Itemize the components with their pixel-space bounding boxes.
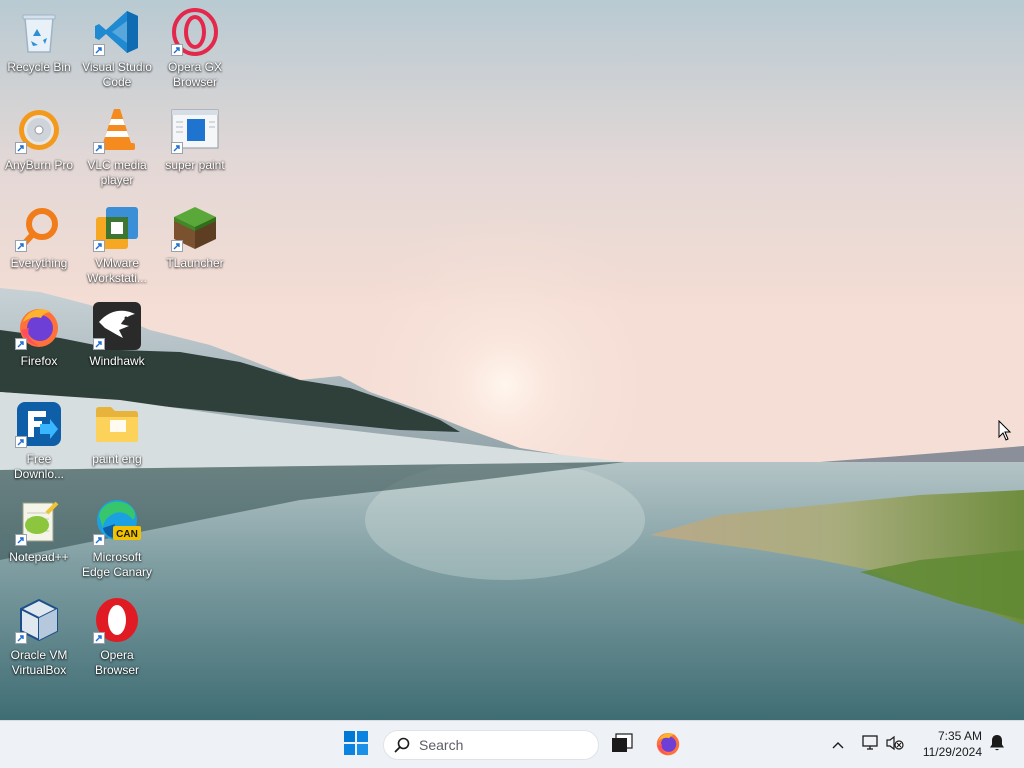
clock-time: 7:35 AM: [937, 729, 982, 743]
desktop-icon-label: Free Downlo...: [13, 452, 65, 481]
shortcut-arrow-icon: [93, 338, 105, 350]
shortcut-arrow-icon: [15, 632, 27, 644]
vmware-icon: [93, 204, 141, 252]
desktop-icon-label: AnyBurn Pro: [4, 158, 74, 172]
shortcut-arrow-icon: [171, 44, 183, 56]
opera-gx-icon: [171, 8, 219, 56]
desktop-icon-label: Firefox: [20, 354, 58, 368]
desktop-icon-label: Notepad++: [9, 550, 69, 564]
clock-button[interactable]: 7:35 AM 11/29/2024: [912, 728, 982, 764]
desktop-icon-label: VLC media player: [87, 158, 147, 187]
clock-date: 11/29/2024: [922, 745, 982, 759]
windhawk-icon: [93, 302, 141, 350]
search-input[interactable]: [419, 737, 589, 753]
shortcut-arrow-icon: [93, 142, 105, 154]
shortcut-arrow-icon: [93, 632, 105, 644]
opera-icon: [93, 596, 141, 644]
shortcut-arrow-icon: [15, 338, 27, 350]
super-paint-icon: [171, 106, 219, 154]
desktop-icon-vmware[interactable]: VMware Workstati...: [78, 198, 156, 290]
shortcut-arrow-icon: [15, 436, 27, 448]
task-view-icon: [611, 732, 633, 758]
desktop-icon-label: Opera Browser: [94, 648, 139, 677]
shortcut-arrow-icon: [171, 142, 183, 154]
everything-search-icon: [15, 204, 63, 252]
volume-button[interactable]: [884, 733, 906, 757]
shortcut-arrow-icon: [93, 534, 105, 546]
vscode-icon: [93, 8, 141, 56]
mouse-pointer-icon: [998, 419, 1012, 447]
notepadpp-icon: [15, 498, 63, 546]
desktop-icon-everything[interactable]: Everything: [0, 198, 78, 290]
desktop-icon-label: Everything: [10, 256, 68, 270]
taskbar: 7:35 AM 11/29/2024: [0, 720, 1024, 768]
virtualbox-icon: [15, 596, 63, 644]
volume-muted-icon: [886, 735, 904, 756]
shortcut-arrow-icon: [171, 240, 183, 252]
vlc-cone-icon: [93, 106, 141, 154]
network-icon: [861, 734, 879, 756]
desktop-icon-label: VMware Workstati...: [87, 256, 147, 285]
desktop-icon-anyburn[interactable]: AnyBurn Pro: [0, 100, 78, 192]
desktop-icon-label: Visual Studio Code: [82, 60, 152, 89]
desktop-icon-label: super paint: [165, 158, 225, 172]
desktop-icon-label: Oracle VM VirtualBox: [10, 648, 68, 677]
show-hidden-icons-button[interactable]: [828, 733, 848, 757]
chevron-up-icon: [832, 736, 844, 754]
shortcut-arrow-icon: [15, 534, 27, 546]
desktop-icon-virtualbox[interactable]: Oracle VM VirtualBox: [0, 590, 78, 682]
desktop-icon-label: Opera GX Browser: [167, 60, 223, 89]
desktop-icon-edge-canary[interactable]: CAN Microsoft Edge Canary: [78, 492, 156, 584]
firefox-icon: [655, 730, 681, 761]
network-status-button[interactable]: [860, 733, 880, 757]
desktop-icon-firefox[interactable]: Firefox: [0, 296, 78, 388]
tlauncher-block-icon: [171, 204, 219, 252]
notifications-button[interactable]: [987, 733, 1007, 757]
desktop-icon-opera[interactable]: Opera Browser: [78, 590, 156, 682]
anyburn-disc-icon: [15, 106, 63, 154]
desktop-icon-label: paint eng: [92, 452, 142, 466]
windows-start-icon: [344, 730, 368, 760]
shortcut-arrow-icon: [93, 44, 105, 56]
desktop-icon-super-paint[interactable]: super paint: [156, 100, 234, 192]
task-view-button[interactable]: [606, 729, 638, 761]
free-download-manager-icon: [15, 400, 63, 448]
desktop-icon-label: TLauncher: [166, 256, 224, 270]
desktop-icon-paint-eng-folder[interactable]: paint eng: [78, 394, 156, 486]
taskbar-search-box[interactable]: [383, 730, 599, 760]
shortcut-arrow-icon: [15, 240, 27, 252]
search-icon: [394, 737, 410, 753]
desktop-icon-windhawk[interactable]: Windhawk: [78, 296, 156, 388]
edge-canary-icon: CAN: [93, 498, 141, 546]
edge-canary-badge: CAN: [116, 529, 138, 540]
desktop-icon-label: Windhawk: [89, 354, 145, 368]
desktop-icon-recycle-bin[interactable]: Recycle Bin: [0, 2, 78, 94]
shortcut-arrow-icon: [93, 240, 105, 252]
firefox-icon: [15, 302, 63, 350]
start-button[interactable]: [338, 729, 374, 761]
desktop-icon-tlauncher[interactable]: TLauncher: [156, 198, 234, 290]
desktop-icon-label: Microsoft Edge Canary: [81, 550, 153, 579]
folder-icon: [93, 400, 141, 448]
recycle-bin-icon: [15, 8, 63, 56]
desktop-icon-vlc[interactable]: VLC media player: [78, 100, 156, 192]
desktop-icon-notepadpp[interactable]: Notepad++: [0, 492, 78, 584]
desktop-icon-label: Recycle Bin: [7, 60, 71, 74]
desktop-icon-free-download-manager[interactable]: Free Downlo...: [0, 394, 78, 486]
desktop-icon-vscode[interactable]: Visual Studio Code: [78, 2, 156, 94]
bell-icon: [989, 734, 1005, 757]
taskbar-firefox-button[interactable]: [652, 729, 684, 761]
desktop-icon-opera-gx[interactable]: Opera GX Browser: [156, 2, 234, 94]
shortcut-arrow-icon: [15, 142, 27, 154]
